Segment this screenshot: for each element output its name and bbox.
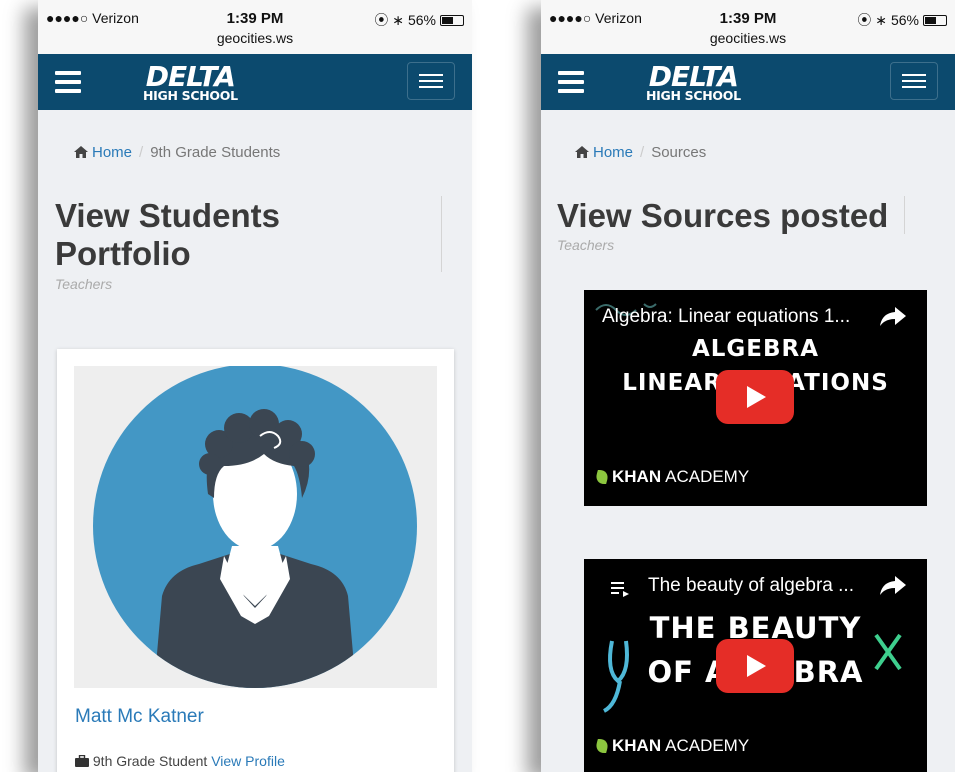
navbar-toggle-icon[interactable] bbox=[890, 62, 938, 100]
share-icon[interactable] bbox=[879, 305, 907, 327]
navbar: DELTA HIGH SCHOOL bbox=[38, 54, 472, 110]
page-title: View Sources posted bbox=[557, 197, 889, 234]
video-title[interactable]: The beauty of algebra ... bbox=[648, 575, 887, 597]
page-title: View Students Portfolio bbox=[55, 197, 280, 273]
play-icon[interactable] bbox=[716, 639, 794, 693]
page-subtitle: Teachers bbox=[55, 276, 113, 292]
breadcrumb-current: Sources bbox=[651, 144, 707, 161]
view-profile-link[interactable]: View Profile bbox=[211, 753, 285, 769]
breadcrumb: Home/9th Grade Students bbox=[74, 144, 280, 161]
battery-icon bbox=[923, 14, 947, 26]
breadcrumb-current: 9th Grade Students bbox=[150, 144, 281, 161]
status-bar: ●●●●○ Verizon 1:39 PM geocities.ws ⦿ ∗ 5… bbox=[38, 0, 472, 54]
breadcrumb-home[interactable]: Home bbox=[593, 144, 633, 161]
status-bar: ●●●●○ Verizon 1:39 PM geocities.ws ⦿ ∗ 5… bbox=[541, 0, 955, 54]
home-icon bbox=[575, 146, 589, 158]
title-line1: View Students bbox=[55, 197, 280, 234]
school-logo[interactable]: DELTA HIGH SCHOOL bbox=[143, 63, 238, 103]
school-logo[interactable]: DELTA HIGH SCHOOL bbox=[646, 63, 741, 103]
battery-percent: 56% bbox=[407, 12, 436, 28]
menu-icon[interactable] bbox=[558, 71, 584, 93]
status-right: ⦿ ∗ 56% bbox=[857, 10, 947, 30]
khan-academy-logo: KHAN ACADEMY bbox=[594, 467, 749, 487]
logo-line2: HIGH SCHOOL bbox=[143, 88, 238, 103]
divider bbox=[441, 196, 442, 272]
url-label[interactable]: geocities.ws bbox=[541, 30, 955, 46]
bluetooth-icon: ⦿ ∗ bbox=[857, 12, 887, 28]
student-card: Matt Mc Katner 9th Grade Student View Pr… bbox=[57, 349, 454, 772]
briefcase-icon bbox=[75, 754, 89, 767]
battery-icon bbox=[440, 14, 464, 26]
menu-icon[interactable] bbox=[55, 71, 81, 93]
khan-academy-logo: KHAN ACADEMY bbox=[594, 736, 749, 756]
battery-percent: 56% bbox=[890, 12, 919, 28]
leaf-icon bbox=[594, 470, 610, 484]
bluetooth-icon: ⦿ ∗ bbox=[374, 12, 404, 28]
leaf-icon bbox=[594, 739, 610, 753]
logo-line1: DELTA bbox=[145, 60, 236, 93]
video-embed-2[interactable]: The beauty of algebra ... THE BEAUTY OF … bbox=[584, 559, 927, 772]
navbar-toggle-icon[interactable] bbox=[407, 62, 455, 100]
avatar-icon bbox=[93, 364, 417, 688]
phone-sources: ●●●●○ Verizon 1:39 PM geocities.ws ⦿ ∗ 5… bbox=[541, 0, 955, 772]
divider bbox=[904, 196, 905, 234]
video-title[interactable]: Algebra: Linear equations 1... bbox=[602, 306, 887, 328]
student-meta: 9th Grade Student View Profile bbox=[75, 753, 285, 769]
home-icon bbox=[74, 146, 88, 158]
share-icon[interactable] bbox=[879, 574, 907, 596]
breadcrumb-home[interactable]: Home bbox=[92, 144, 132, 161]
page-subtitle: Teachers bbox=[557, 237, 615, 253]
video-headline-1: ALGEBRA bbox=[691, 336, 820, 362]
phone-students: ●●●●○ Verizon 1:39 PM geocities.ws ⦿ ∗ 5… bbox=[38, 0, 472, 772]
breadcrumb: Home / Sources bbox=[575, 144, 706, 161]
status-right: ⦿ ∗ 56% bbox=[374, 10, 464, 30]
title-line2: Portfolio bbox=[55, 235, 191, 272]
play-icon[interactable] bbox=[716, 370, 794, 424]
url-label[interactable]: geocities.ws bbox=[38, 30, 472, 46]
student-role: 9th Grade Student bbox=[92, 753, 208, 769]
logo-line2: HIGH SCHOOL bbox=[646, 88, 741, 103]
logo-line1: DELTA bbox=[648, 60, 739, 93]
navbar: DELTA HIGH SCHOOL bbox=[541, 54, 955, 110]
student-name[interactable]: Matt Mc Katner bbox=[75, 706, 204, 728]
video-embed-1[interactable]: Algebra: Linear equations 1... ALGEBRA L… bbox=[584, 290, 927, 506]
screenshot-composite: ●●●●○ Verizon 1:39 PM geocities.ws ⦿ ∗ 5… bbox=[0, 0, 955, 772]
playlist-icon[interactable] bbox=[611, 581, 629, 597]
avatar[interactable] bbox=[74, 364, 437, 688]
